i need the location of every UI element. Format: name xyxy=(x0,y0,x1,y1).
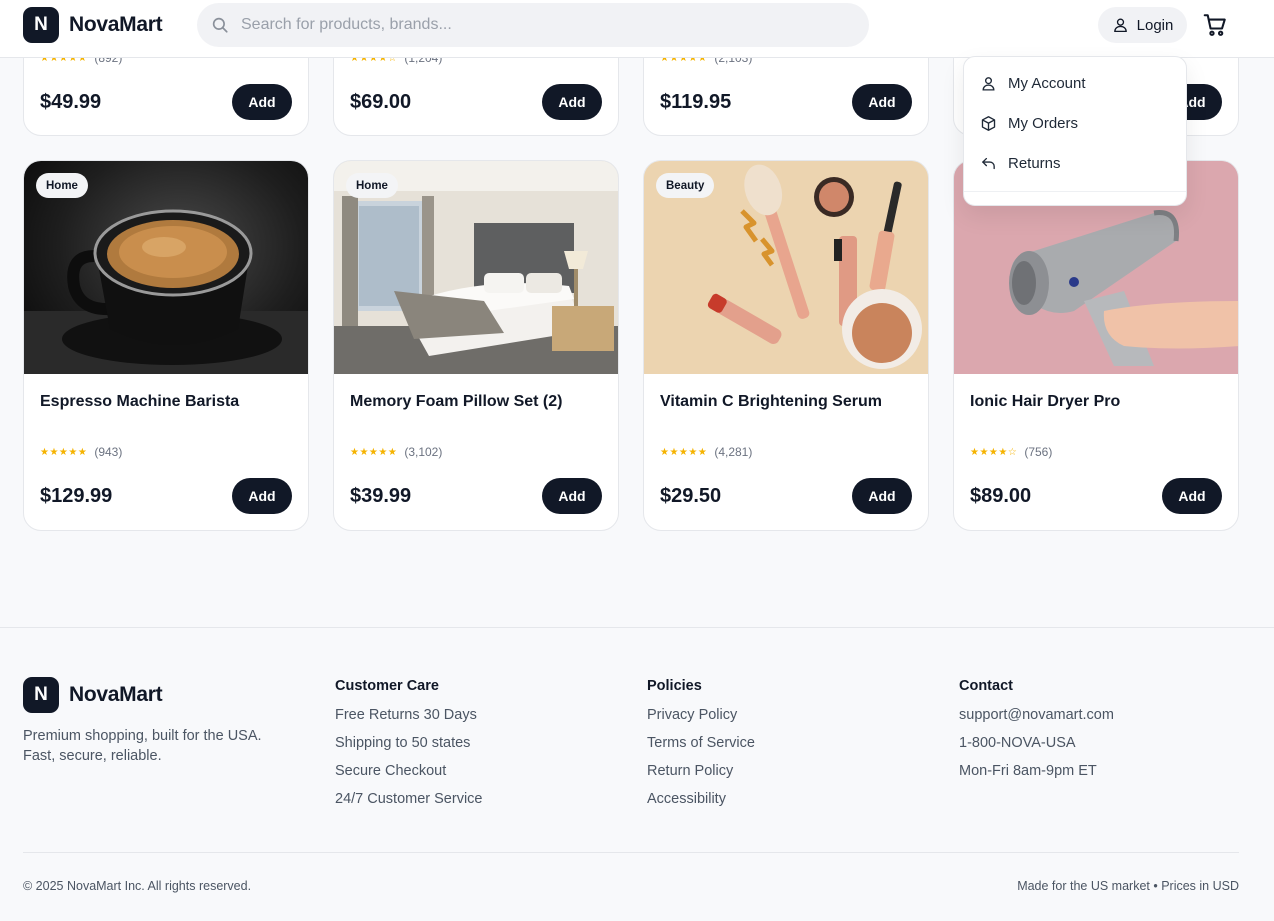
tagline-line: Premium shopping, built for the USA. xyxy=(23,728,262,744)
footer-link[interactable]: Secure Checkout xyxy=(335,763,482,791)
search-bar[interactable] xyxy=(197,3,869,47)
product-rating: ★★★★★ (4,281) xyxy=(660,445,752,459)
tagline-line: Fast, secure, reliable. xyxy=(23,748,162,764)
rating-stars: ★★★★☆ xyxy=(970,446,1018,458)
rating-count: (756) xyxy=(1024,445,1053,459)
footer-market-note: Made for the US market • Prices in USD xyxy=(1017,879,1239,893)
add-to-cart-button[interactable]: Add xyxy=(232,478,292,514)
footer-divider xyxy=(23,852,1239,853)
rating-stars: ★★★★★ xyxy=(350,446,398,458)
rating-count: (943) xyxy=(94,445,123,459)
product-title[interactable]: Espresso Machine Barista xyxy=(40,393,239,411)
footer-contact-phone[interactable]: 1-800-NOVA-USA xyxy=(959,735,1114,763)
footer-link[interactable]: Accessibility xyxy=(647,791,755,819)
category-badge: Home xyxy=(346,173,398,198)
product-price: $119.95 xyxy=(660,91,732,113)
product-card[interactable]: Home Memory Foam Pillow Set (2) ★★★★★ (3… xyxy=(333,160,619,531)
footer-link[interactable]: Shipping to 50 states xyxy=(335,735,482,763)
footer-column-contact: Contact support@novamart.com 1-800-NOVA-… xyxy=(959,678,1114,791)
footer-link[interactable]: Return Policy xyxy=(647,763,755,791)
product-price: $29.50 xyxy=(660,485,722,507)
product-card[interactable]: Home Espresso Machine Barista ★★★★★ (943… xyxy=(23,160,309,531)
cart-button[interactable] xyxy=(1202,12,1232,40)
product-price: $39.99 xyxy=(350,485,412,507)
footer-contact-email[interactable]: support@novamart.com xyxy=(959,707,1114,735)
logo-mark: N xyxy=(23,7,59,43)
product-rating: ★★★★★ (3,102) xyxy=(350,445,442,459)
rating-count: (4,281) xyxy=(714,445,753,459)
menu-item-label: My Orders xyxy=(1008,115,1079,132)
logo[interactable]: N NovaMart xyxy=(23,7,163,43)
account-dropdown: My Account My Orders Returns xyxy=(963,56,1187,206)
menu-item-label: Returns xyxy=(1008,155,1061,172)
footer-link[interactable]: 24/7 Customer Service xyxy=(335,791,482,819)
footer-column-policies: Policies Privacy Policy Terms of Service… xyxy=(647,678,755,819)
footer-link[interactable]: Terms of Service xyxy=(647,735,755,763)
footer-column-customer-care: Customer Care Free Returns 30 Days Shipp… xyxy=(335,678,482,819)
product-card[interactable]: Ionic Hair Dryer Pro ★★★★☆ (756) $89.00 … xyxy=(953,160,1239,531)
menu-item-my-orders[interactable]: My Orders xyxy=(980,115,1078,132)
add-to-cart-button[interactable]: Add xyxy=(232,84,292,120)
add-to-cart-button[interactable]: Add xyxy=(852,478,912,514)
menu-item-label: My Account xyxy=(1008,75,1086,92)
add-to-cart-button[interactable]: Add xyxy=(542,478,602,514)
return-arrow-icon xyxy=(982,157,995,170)
logo-mark: N xyxy=(23,677,59,713)
rating-stars: ★★★★★ xyxy=(40,446,88,458)
login-label: Login xyxy=(1136,16,1174,34)
footer-heading: Contact xyxy=(959,678,1013,694)
product-rating: ★★★★★ (943) xyxy=(40,445,122,459)
rating-count: (3,102) xyxy=(404,445,443,459)
footer-link[interactable]: Privacy Policy xyxy=(647,707,755,735)
footer-tagline: Premium shopping, built for the USA. Fas… xyxy=(23,726,293,766)
product-price: $89.00 xyxy=(970,485,1032,507)
footer-copyright: © 2025 NovaMart Inc. All rights reserved… xyxy=(23,879,252,893)
menu-item-returns[interactable]: Returns xyxy=(980,155,1061,172)
add-to-cart-button[interactable]: Add xyxy=(852,84,912,120)
add-to-cart-button[interactable]: Add xyxy=(1162,478,1222,514)
footer-heading: Policies xyxy=(647,678,702,694)
site-footer: N NovaMart Premium shopping, built for t… xyxy=(0,627,1274,921)
menu-item-my-account[interactable]: My Account xyxy=(980,75,1086,92)
cart-icon xyxy=(1203,14,1226,36)
footer-contact-hours: Mon-Fri 8am-9pm ET xyxy=(959,763,1097,779)
box-icon xyxy=(981,116,996,131)
user-icon xyxy=(982,77,995,91)
product-price: $129.99 xyxy=(40,485,113,507)
footer-link[interactable]: Free Returns 30 Days xyxy=(335,707,482,735)
footer-heading: Customer Care xyxy=(335,678,439,694)
category-badge: Home xyxy=(36,173,88,198)
footer-logo[interactable]: N NovaMart xyxy=(23,677,163,713)
product-title[interactable]: Ionic Hair Dryer Pro xyxy=(970,393,1120,411)
menu-divider xyxy=(964,191,1186,192)
category-badge: Beauty xyxy=(656,173,715,198)
logo-text: NovaMart xyxy=(69,683,163,706)
add-to-cart-button[interactable]: Add xyxy=(542,84,602,120)
user-icon xyxy=(1113,18,1127,33)
site-header: N NovaMart Login xyxy=(0,0,1274,58)
product-price: $69.00 xyxy=(350,91,412,113)
rating-stars: ★★★★★ xyxy=(660,446,708,458)
product-title[interactable]: Vitamin C Brightening Serum xyxy=(660,393,882,411)
product-title[interactable]: Memory Foam Pillow Set (2) xyxy=(350,393,562,411)
product-rating: ★★★★☆ (756) xyxy=(970,445,1052,459)
product-card[interactable]: Beauty Vitamin C Brightening Serum ★★★★★… xyxy=(643,160,929,531)
logo-text: NovaMart xyxy=(69,13,163,36)
search-icon xyxy=(212,17,228,33)
product-price: $49.99 xyxy=(40,91,102,113)
login-button[interactable]: Login xyxy=(1098,7,1187,43)
search-input[interactable] xyxy=(241,16,801,34)
